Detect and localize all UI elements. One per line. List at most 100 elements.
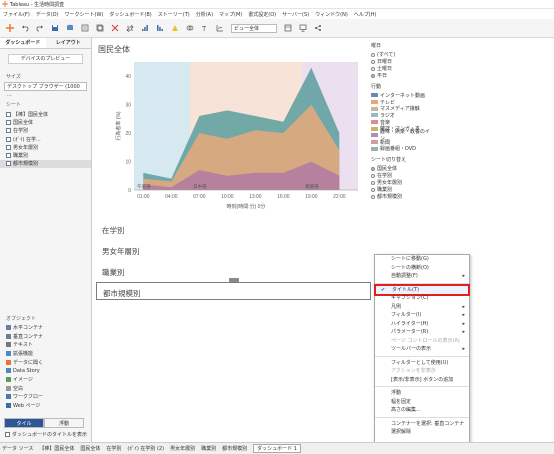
switch-option[interactable]: 職業別 — [371, 186, 439, 193]
object-item[interactable]: Web ページ — [0, 401, 92, 410]
menu-item[interactable]: ダッシュボード(B) — [109, 11, 151, 18]
menu-item[interactable]: ワークシート(W) — [65, 11, 104, 18]
object-item[interactable]: 空白 — [0, 384, 92, 393]
context-menu-item[interactable]: 高さの編集... — [375, 406, 469, 415]
context-menu-item[interactable]: 自動調整(F) — [375, 272, 469, 281]
swap-icon[interactable] — [126, 24, 134, 32]
radio-button[interactable] — [371, 52, 375, 57]
sort-ascending-icon[interactable] — [141, 24, 149, 32]
tile-tab[interactable]: タイル — [4, 418, 44, 428]
radio-button[interactable] — [371, 180, 375, 185]
sheet-item[interactable]: 都市規模別 — [0, 159, 91, 169]
sort-descending-icon[interactable] — [156, 24, 164, 32]
context-menu-item[interactable]: 凡例 — [375, 303, 469, 312]
object-item[interactable]: ワークフロー — [0, 393, 92, 402]
context-menu-item[interactable]: アクションを非表示 — [375, 367, 469, 376]
day-option[interactable]: 平日 — [371, 72, 439, 79]
new-sheet-icon[interactable] — [81, 24, 89, 32]
menu-item[interactable]: 書式設定(O) — [248, 11, 276, 18]
device-preview-button[interactable]: デバイスのプレビュー — [8, 54, 83, 64]
highlight-icon[interactable] — [171, 24, 179, 32]
switch-option[interactable]: 在学別 — [371, 172, 439, 179]
context-menu-item[interactable]: ハイライター(H) — [375, 320, 469, 329]
radio-button[interactable] — [371, 59, 375, 64]
context-menu-item[interactable]: コンテナーを選択: 垂直コンテナ — [375, 420, 469, 429]
group-icon[interactable] — [186, 24, 194, 32]
sheet-tab[interactable]: ダッシュボード 1 — [253, 444, 301, 453]
menu-item[interactable]: マップ(M) — [219, 11, 242, 18]
day-option[interactable]: 土曜日 — [371, 65, 439, 72]
context-menu-item[interactable]: キャプション(C) — [375, 294, 469, 303]
radio-button[interactable] — [371, 166, 375, 171]
menu-item[interactable]: 分析(A) — [196, 11, 213, 18]
sheet-item[interactable]: 男女年層別 — [0, 143, 91, 151]
share-icon[interactable] — [314, 24, 322, 32]
context-menu-item[interactable]: 幅を固定 — [375, 398, 469, 407]
data-source-tab[interactable]: データ ソース — [2, 445, 33, 452]
day-option[interactable]: (すべて) — [371, 51, 439, 58]
show-title-checkbox[interactable] — [5, 432, 10, 437]
day-option[interactable]: 日曜日 — [371, 58, 439, 65]
radio-button[interactable] — [371, 194, 375, 199]
size-select[interactable]: デスクトップ ブラウザー (1000 ... — [4, 82, 87, 98]
legend-item[interactable]: 録画番組・DVD — [371, 146, 439, 152]
sheet-item[interactable]: 職業別 — [0, 151, 91, 159]
context-menu-item[interactable]: ツールバーの表示 — [375, 345, 469, 354]
menu-item[interactable]: サーバー(S) — [282, 11, 309, 18]
redo-icon[interactable] — [36, 24, 44, 32]
menu-item[interactable]: データ(D) — [36, 11, 59, 18]
radio-button[interactable] — [371, 173, 375, 178]
context-menu-item[interactable]: [表示/非表示] ボタンの追加 — [375, 376, 469, 385]
context-menu-item[interactable]: 選択解除 — [375, 428, 469, 437]
tableau-home-icon[interactable] — [6, 24, 14, 32]
sheet-tab[interactable]: 在学別 — [106, 445, 121, 452]
title-menu-item[interactable]: ✔ タイトル(T) — [374, 283, 470, 296]
switch-option[interactable]: 都市規模別 — [371, 193, 439, 200]
tab-layout[interactable]: レイアウト — [46, 38, 92, 48]
view-fit-select[interactable]: ビュー全体 — [231, 23, 277, 33]
sheet-tab[interactable]: 職業別 — [201, 445, 216, 452]
sheet-item[interactable]: 在学別 — [0, 127, 91, 135]
save-icon[interactable] — [51, 24, 59, 32]
sheet-tab[interactable]: 【棒】国民全体 — [39, 445, 74, 452]
context-menu-item[interactable]: 浮動 — [375, 389, 469, 398]
sheet-tab[interactable]: 男女年層別 — [170, 445, 195, 452]
floating-tab[interactable]: 浮動 — [44, 418, 84, 428]
menu-item[interactable]: ヘルプ(H) — [354, 11, 377, 18]
presentation-mode-icon[interactable] — [299, 24, 307, 32]
menu-item[interactable]: ファイル(F) — [3, 11, 30, 18]
show-cards-icon[interactable] — [284, 24, 292, 32]
switch-option[interactable]: 国民全体 — [371, 165, 439, 172]
section-title-city-size[interactable]: 都市規模別 — [96, 282, 371, 300]
object-item[interactable]: 水平コンテナ — [0, 323, 92, 332]
switch-option[interactable]: 男女年層別 — [371, 179, 439, 186]
radio-button[interactable] — [371, 66, 375, 71]
sheet-tab[interactable]: 国民全体 — [80, 445, 100, 452]
sheet-tab[interactable]: (ｵﾞｲ) 在学別 (2) — [127, 445, 164, 452]
object-item[interactable]: 拡張機能 — [0, 349, 92, 358]
sheet-item[interactable]: 【棒】国民全体 — [0, 110, 91, 118]
sheet-item[interactable]: 国民全体 — [0, 118, 91, 126]
tab-dashboard[interactable]: ダッシュボード — [0, 38, 46, 48]
new-data-source-icon[interactable] — [66, 24, 74, 32]
context-menu-item[interactable]: ページ コントロールの表示(A) — [375, 337, 469, 346]
menu-item[interactable]: ウィンドウ(N) — [315, 11, 348, 18]
context-menu-item[interactable]: パラメーター(R) — [375, 328, 469, 337]
duplicate-icon[interactable] — [96, 24, 104, 32]
show-title-row[interactable]: ダッシュボードのタイトルを表示 — [5, 431, 87, 438]
object-item[interactable]: テキスト — [0, 340, 92, 349]
menu-item[interactable]: ストーリー(T) — [158, 11, 190, 18]
label-icon[interactable]: T — [201, 24, 209, 32]
undo-icon[interactable] — [21, 24, 29, 32]
sheet-item[interactable]: (ｵﾞｲ) 在学... — [0, 135, 91, 143]
radio-button[interactable] — [371, 187, 375, 192]
clear-icon[interactable] — [111, 24, 119, 32]
container-drag-handle[interactable] — [229, 278, 239, 282]
sheet-tab[interactable]: 都市規模別 — [222, 445, 247, 452]
context-menu-item[interactable]: シートの横断(O) — [375, 264, 469, 273]
area-chart[interactable]: 0 10 20 30 40 01:00 04:00 07:00 10:00 13:00 16:00 1… — [96, 56, 369, 221]
object-item[interactable]: データに聞く — [0, 358, 92, 367]
radio-button[interactable] — [371, 73, 375, 78]
object-item[interactable]: イメージ — [0, 375, 92, 384]
object-item[interactable]: Data Story — [0, 366, 92, 375]
